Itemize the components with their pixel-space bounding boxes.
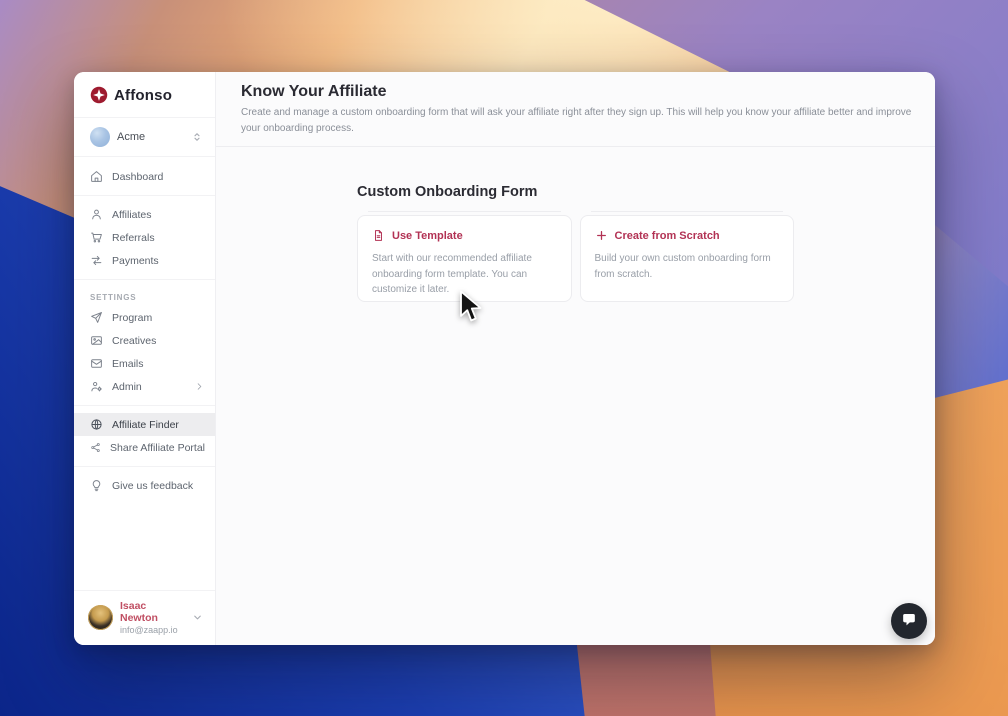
desktop-wallpaper: Affonso Acme Dashboard Affiliates Referr… [0,0,1008,716]
sidebar-item-label: Share Affiliate Portal [110,441,205,454]
sidebar-item-label: Creatives [112,334,157,347]
content-area: Custom Onboarding Form Use Template Star… [216,147,935,645]
app-window: Affonso Acme Dashboard Affiliates Referr… [74,72,935,645]
user-email: info@zaapp.io [120,625,178,635]
section-title: Custom Onboarding Form [357,184,538,200]
onboarding-options: Use Template Start with our recommended … [357,211,794,302]
card-description: Start with our recommended affiliate onb… [372,253,532,295]
document-icon [372,229,385,242]
workspace-name: Acme [117,131,146,143]
sidebar-item-payments[interactable]: Payments [74,249,215,272]
card-create-from-scratch[interactable]: Create from Scratch Build your own custo… [579,211,794,302]
sidebar-item-label: Program [112,311,153,324]
sidebar-item-label: Emails [112,357,144,370]
sidebar-item-share-affiliate-portal[interactable]: Share Affiliate Portal [74,436,215,459]
home-icon [90,170,103,183]
sidebar: Affonso Acme Dashboard Affiliates Referr… [74,72,216,645]
user-avatar [88,605,113,630]
sidebar-item-give-us-feedback[interactable]: Give us feedback [74,474,215,497]
sidebar-item-referrals[interactable]: Referrals [74,226,215,249]
card-use-template[interactable]: Use Template Start with our recommended … [357,211,572,302]
sidebar-item-label: Affiliates [112,208,152,221]
sidebar-item-label: Give us feedback [112,479,194,492]
app-logo-text: Affonso [114,86,173,104]
chevron-up-down-icon [191,131,203,143]
image-icon [90,334,103,347]
chevron-down-icon [192,612,203,623]
main-content: Know Your Affiliate Create and manage a … [216,72,935,645]
sidebar-divider [74,466,215,467]
sidebar-divider [74,279,215,280]
chevron-right-icon [194,381,205,392]
sidebar-item-dashboard[interactable]: Dashboard [74,165,215,188]
plus-icon [595,229,608,242]
page-title: Know Your Affiliate [241,83,387,100]
card-description: Build your own custom onboarding form fr… [594,253,771,280]
card-title: Create from Scratch [614,229,720,242]
sidebar-item-label: Admin [112,380,142,393]
lightbulb-icon [90,479,103,492]
transfer-icon [90,254,103,267]
workspace-selector[interactable]: Acme [74,118,215,157]
page-header: Know Your Affiliate Create and manage a … [216,72,935,147]
users-icon [90,208,103,221]
sidebar-item-affiliate-finder[interactable]: Affiliate Finder [74,413,215,436]
card-title: Use Template [392,229,463,242]
page-subtitle: Create and manage a custom onboarding fo… [241,107,912,134]
sidebar-item-label: Affiliate Finder [112,418,179,431]
sidebar-divider [74,195,215,196]
affonso-logo-icon [90,86,108,104]
sidebar-section-label: SETTINGS [90,293,137,302]
sidebar-item-program[interactable]: Program [74,306,215,329]
globe-icon [90,418,103,431]
sidebar-item-admin[interactable]: Admin [74,375,215,398]
chat-widget-button[interactable] [891,603,927,639]
sidebar-item-label: Dashboard [112,170,164,183]
user-menu[interactable]: Isaac Newton info@zaapp.io [74,590,215,645]
sidebar-item-creatives[interactable]: Creatives [74,329,215,352]
mail-icon [90,357,103,370]
user-gear-icon [90,380,103,393]
cart-icon [90,231,103,244]
workspace-avatar [90,127,110,147]
sidebar-item-affiliates[interactable]: Affiliates [74,203,215,226]
sidebar-nav: Dashboard Affiliates Referrals Payments … [74,157,215,590]
sidebar-item-emails[interactable]: Emails [74,352,215,375]
share-icon [90,441,101,454]
sidebar-divider [74,405,215,406]
send-icon [90,311,103,324]
user-name: Isaac Newton [120,600,158,624]
chat-bubble-icon [899,609,919,634]
sidebar-item-label: Payments [112,254,159,267]
app-logo: Affonso [74,72,215,118]
sidebar-item-label: Referrals [112,231,155,244]
